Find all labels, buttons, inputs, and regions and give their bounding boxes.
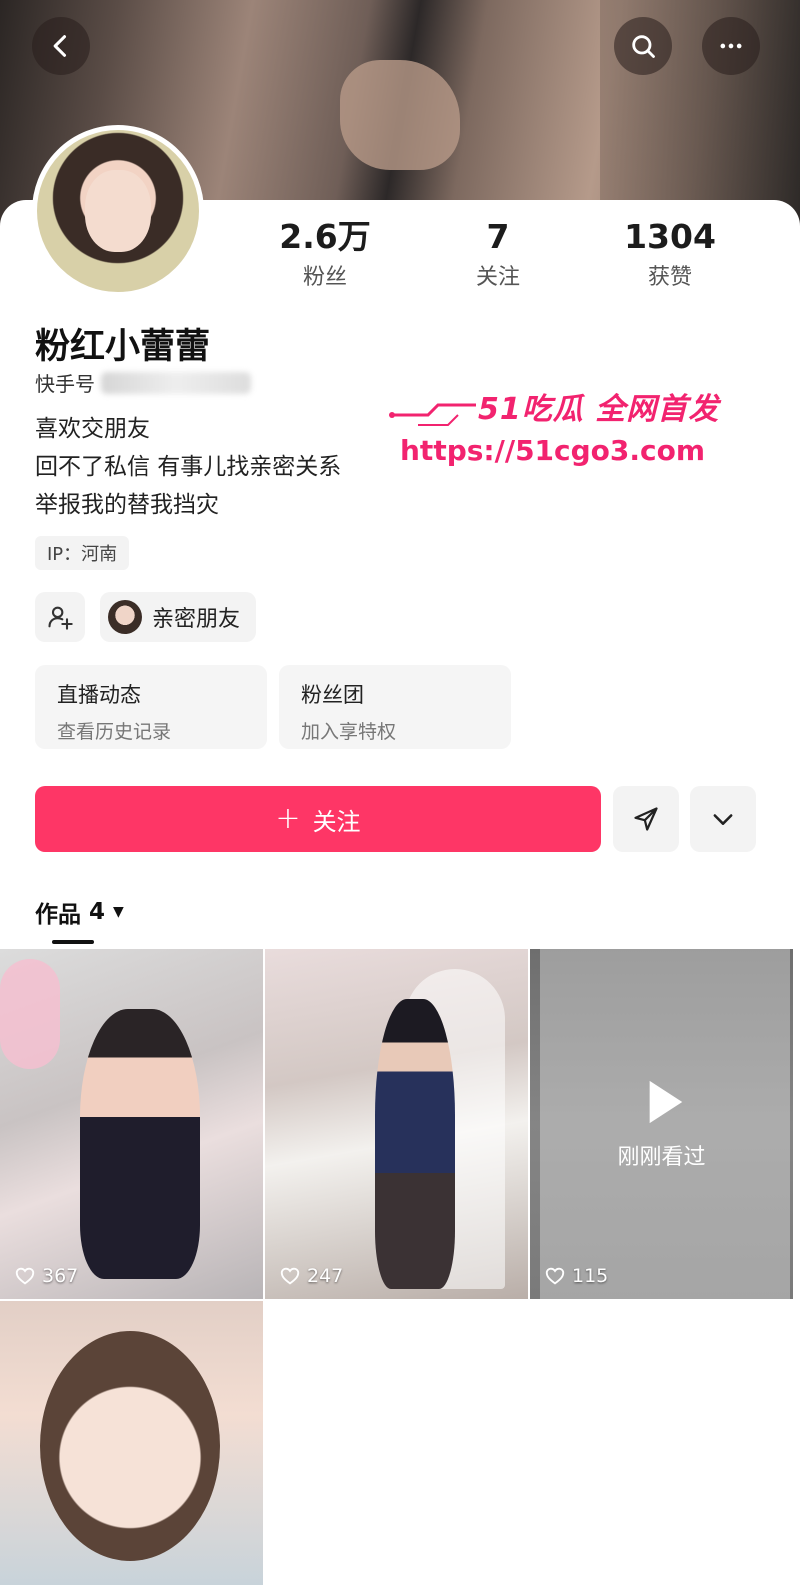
stat-likes[interactable]: 1304 获赞 — [590, 217, 750, 291]
close-friend-chip[interactable]: 亲密朋友 — [100, 592, 257, 642]
ip-location-tag: IP：河南 — [35, 536, 130, 570]
tab-works-label: 作品 — [35, 902, 81, 928]
cover-image-detail — [340, 60, 460, 170]
like-count-value: 247 — [307, 1265, 344, 1287]
watermark-url: https://51cgo3.com — [400, 434, 706, 467]
play-icon — [649, 1080, 683, 1124]
fan-club-card[interactable]: 粉丝团 加入享特权 — [279, 665, 511, 749]
stat-value: 1304 — [624, 217, 716, 256]
close-friend-avatar — [108, 600, 142, 634]
like-count: 247 — [279, 1265, 343, 1287]
stat-following[interactable]: 7 关注 — [418, 217, 578, 291]
avatar-face — [85, 170, 151, 252]
stat-value: 7 — [486, 217, 510, 256]
stat-value: 2.6万 — [279, 217, 371, 256]
like-count: 367 — [14, 1265, 78, 1287]
user-id-blurred — [101, 371, 251, 394]
bio-line: 回不了私信 有事儿找亲密关系 — [35, 454, 342, 480]
stat-label: 关注 — [475, 265, 520, 290]
chevron-left-icon — [53, 35, 67, 57]
watermark-title: 51吃瓜 全网首发 — [478, 392, 720, 427]
profile-name: 粉红小蕾蕾 — [35, 327, 211, 367]
like-count-value: 115 — [572, 1265, 609, 1287]
caret-down-icon: ▼ — [113, 904, 124, 920]
heart-icon — [15, 1267, 35, 1285]
tab-works-count: 4 — [89, 899, 106, 925]
watermark-circuit-icon — [389, 403, 476, 426]
work-tile[interactable]: 367 — [0, 949, 263, 1299]
tab-works[interactable]: 作品 4 ▼ — [35, 895, 124, 929]
plus-icon: + — [275, 801, 301, 836]
search-button[interactable] — [614, 17, 672, 75]
work-tile[interactable]: 刚刚看过 115 — [530, 949, 793, 1299]
thumbnail-detail — [375, 999, 455, 1289]
card-title: 粉丝团 — [301, 683, 364, 707]
thumbnail-detail — [40, 1331, 220, 1561]
user-id-row: 快手号 — [35, 368, 251, 397]
follow-button[interactable]: + 关注 — [35, 786, 601, 852]
thumbnail-detail — [0, 959, 60, 1069]
avatar[interactable] — [32, 125, 204, 297]
like-count-value: 367 — [42, 1265, 79, 1287]
heart-icon — [545, 1267, 565, 1285]
profile-bio: 喜欢交朋友 回不了私信 有事儿找亲密关系 举报我的替我挡灾 — [35, 410, 341, 524]
follow-label: 关注 — [312, 807, 361, 836]
heart-icon — [280, 1267, 300, 1285]
live-history-card[interactable]: 直播动态 查看历史记录 — [35, 665, 267, 749]
recently-viewed-label: 刚刚看过 — [617, 1145, 706, 1170]
add-user-icon — [48, 606, 73, 630]
expand-button[interactable] — [690, 786, 756, 852]
card-subtitle: 查看历史记录 — [57, 721, 172, 743]
thumbnail-detail — [80, 1009, 200, 1279]
card-subtitle: 加入享特权 — [301, 721, 397, 743]
work-tile[interactable]: 247 — [265, 949, 528, 1299]
bio-line: 喜欢交朋友 — [35, 416, 150, 442]
bio-line: 举报我的替我挡灾 — [35, 492, 219, 518]
stat-label: 粉丝 — [302, 265, 347, 290]
send-icon — [634, 807, 658, 831]
close-friend-label: 亲密朋友 — [152, 607, 241, 632]
send-message-button[interactable] — [613, 786, 679, 852]
search-icon — [632, 35, 655, 58]
user-id-label: 快手号 — [35, 372, 95, 396]
more-dots-icon — [720, 43, 742, 49]
more-button[interactable] — [702, 17, 760, 75]
work-tile[interactable] — [0, 1301, 263, 1585]
back-button[interactable] — [32, 17, 90, 75]
chevron-down-icon — [713, 814, 733, 825]
stat-fans[interactable]: 2.6万 粉丝 — [245, 217, 405, 291]
tab-indicator — [52, 940, 94, 944]
like-count: 115 — [544, 1265, 608, 1287]
card-title: 直播动态 — [57, 683, 141, 707]
stat-label: 获赞 — [647, 265, 692, 290]
add-friend-button[interactable] — [35, 592, 85, 642]
